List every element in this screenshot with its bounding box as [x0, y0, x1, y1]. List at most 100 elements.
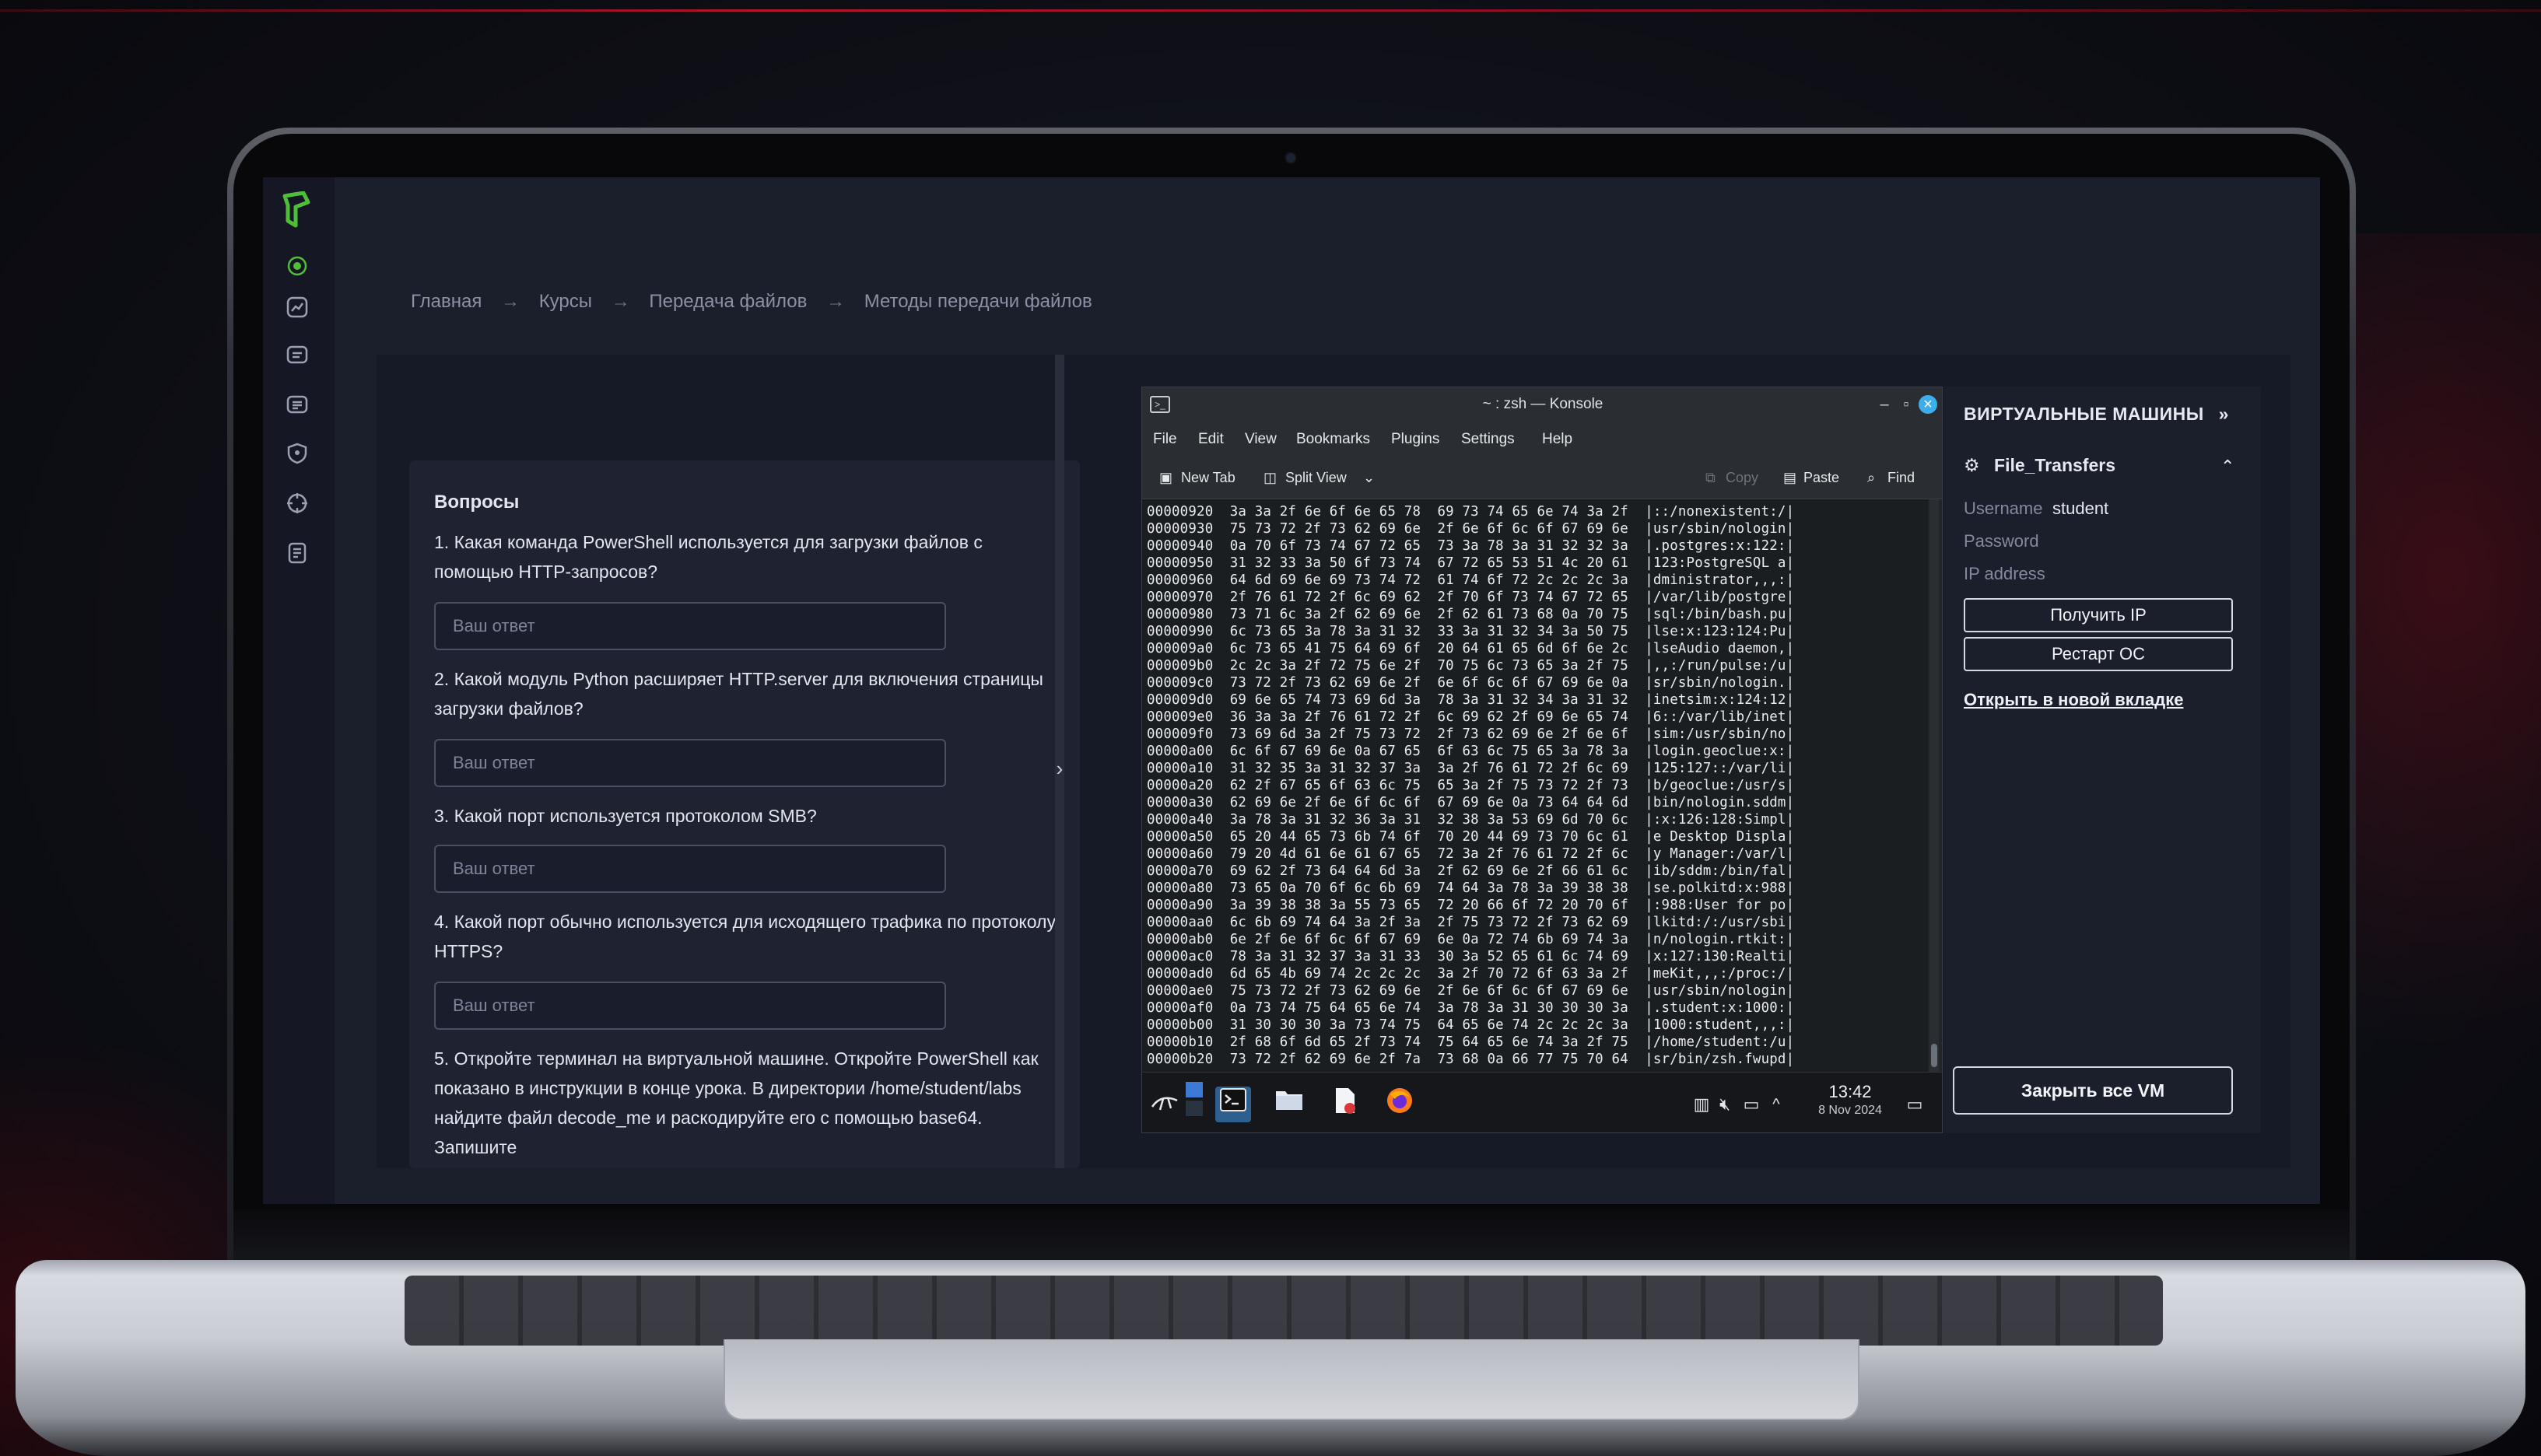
collapse-panel-icon[interactable]: » — [2219, 404, 2229, 424]
close-icon[interactable]: × — [1919, 395, 1937, 414]
crosshair-icon[interactable] — [283, 492, 311, 520]
kali-menu-icon[interactable] — [1147, 1087, 1183, 1122]
chevron-down-icon[interactable]: ⌄ — [1363, 470, 1375, 486]
shield-icon[interactable] — [283, 442, 311, 470]
target-icon[interactable] — [283, 255, 311, 283]
breadcrumb-current: Методы передачи файлов — [864, 291, 1092, 312]
chat-icon[interactable] — [283, 344, 311, 372]
hexdump-line: 00000a90 3a 39 38 38 3a 55 73 65 72 20 6… — [1147, 898, 1795, 913]
get-ip-button[interactable]: Получить IP — [1964, 598, 2233, 632]
hexdump-line: 00000b20 73 72 2f 62 69 6e 2f 7a 73 68 0… — [1147, 1052, 1795, 1067]
vm-panel-title-text: ВИРТУАЛЬНЫЕ МАШИНЫ — [1964, 404, 2204, 424]
text-editor-icon[interactable] — [1327, 1087, 1363, 1122]
chat-list-icon[interactable] — [283, 394, 311, 422]
minimize-icon[interactable]: – — [1875, 395, 1894, 414]
breadcrumb-courses[interactable]: Курсы — [539, 291, 592, 312]
question-1: 1. Какая команда PowerShell используется… — [434, 532, 983, 582]
tray-expand-icon[interactable]: ^ — [1758, 1087, 1794, 1122]
hexdump-line: 00000b10 2f 68 6f 6d 65 2f 73 74 75 64 6… — [1147, 1034, 1795, 1050]
hexdump-line: 00000930 75 73 72 2f 73 62 69 6e 2f 6e 6… — [1147, 521, 1795, 537]
hexdump-line: 00000a10 31 32 35 3a 31 32 37 3a 3a 2f 7… — [1147, 761, 1795, 776]
vm-machine-row[interactable]: ⚙ File_Transfers — [1964, 455, 2115, 476]
answer-input-4[interactable]: Ваш ответ — [434, 982, 946, 1030]
menu-bookmarks[interactable]: Bookmarks — [1296, 431, 1370, 448]
question-3: 3. Какой порт используется протоколом SM… — [434, 806, 817, 826]
restart-os-button[interactable]: Рестарт ОС — [1964, 637, 2233, 671]
menu-view[interactable]: View — [1245, 431, 1277, 448]
hexdump-line: 00000a70 69 62 2f 73 64 64 6d 3a 2f 62 6… — [1147, 863, 1795, 879]
chart-icon[interactable] — [283, 296, 311, 324]
answer-input-1[interactable]: Ваш ответ — [434, 602, 946, 650]
menu-plugins[interactable]: Plugins — [1391, 431, 1439, 448]
hexdump-line: 000009c0 73 72 2f 73 62 69 6e 2f 6e 6f 6… — [1147, 675, 1795, 691]
question-2: 2. Какой модуль Python расширяет HTTP.se… — [434, 669, 1043, 719]
open-new-tab-link[interactable]: Открыть в новой вкладке — [1964, 690, 2183, 710]
hexdump-line: 000009d0 69 6e 65 74 73 69 6d 3a 78 3a 3… — [1147, 692, 1795, 708]
hexdump-line: 00000af0 0a 73 74 75 64 65 6e 74 3a 78 3… — [1147, 1000, 1795, 1016]
laptop-chin — [233, 1210, 2350, 1265]
terminal-app-icon[interactable] — [1215, 1087, 1251, 1122]
maximize-icon[interactable]: ▫ — [1897, 395, 1915, 414]
find-button[interactable]: Find — [1887, 470, 1915, 486]
chevron-right-icon[interactable]: › — [1052, 753, 1067, 784]
konsole-titlebar[interactable]: >_ ~ : zsh — Konsole – ▫ × — [1142, 387, 1942, 422]
question-5: 5. Откройте терминал на виртуальной маши… — [434, 1048, 1039, 1157]
new-tab-button[interactable]: New Tab — [1181, 470, 1235, 486]
konsole-toolbar: ▣ New Tab ◫ Split View ⌄ ⧉ Copy ▤ Paste … — [1142, 456, 1942, 499]
laptop-trackpad — [724, 1339, 1859, 1420]
menu-edit[interactable]: Edit — [1198, 431, 1224, 448]
split-view-icon[interactable]: ◫ — [1263, 470, 1277, 486]
answer-input-2[interactable]: Ваш ответ — [434, 739, 946, 787]
terminal-icon: >_ — [1150, 396, 1170, 413]
hexdump-line: 00000980 73 71 6c 3a 2f 62 69 6e 2f 62 6… — [1147, 607, 1795, 622]
terminal-scrollbar[interactable] — [1929, 499, 1939, 1072]
hexdump-line: 00000ad0 6d 65 4b 69 74 2c 2c 2c 3a 2f 7… — [1147, 966, 1795, 982]
hexdump-line: 00000b00 31 30 30 30 3a 73 74 75 64 65 6… — [1147, 1017, 1795, 1033]
menu-file[interactable]: File — [1153, 431, 1177, 448]
konsole-window: >_ ~ : zsh — Konsole – ▫ × File Edit Vie… — [1141, 387, 1943, 1133]
split-view-button[interactable]: Split View — [1285, 470, 1347, 486]
show-desktop-icon[interactable]: ▭ — [1897, 1087, 1933, 1122]
breadcrumb-home[interactable]: Главная — [411, 291, 482, 312]
notes-icon[interactable] — [283, 541, 311, 569]
menu-help[interactable]: Help — [1542, 431, 1572, 448]
answer-input-3[interactable]: Ваш ответ — [434, 845, 946, 893]
close-all-vm-button[interactable]: Закрыть все VM — [1953, 1066, 2233, 1115]
hexdump-line: 00000ae0 75 73 72 2f 73 62 69 6e 2f 6e 6… — [1147, 983, 1795, 999]
chevron-up-icon[interactable]: ⌃ — [2220, 457, 2234, 477]
hexdump-line: 000009b0 2c 2c 3a 2f 72 75 6e 2f 70 75 6… — [1147, 658, 1795, 674]
copy-button[interactable]: Copy — [1726, 470, 1758, 486]
scrollbar-thumb[interactable] — [1931, 1044, 1937, 1067]
menu-settings[interactable]: Settings — [1461, 431, 1515, 448]
hexdump-line: 00000a50 65 20 44 65 73 6b 74 6f 70 20 4… — [1147, 829, 1795, 845]
hexdump-line: 00000ac0 78 3a 31 32 37 3a 31 33 30 3a 5… — [1147, 949, 1795, 964]
accent-line — [0, 9, 2541, 12]
files-app-icon[interactable] — [1271, 1087, 1307, 1122]
terminal-output[interactable]: 00000920 3a 3a 2f 6e 6f 6e 65 78 69 73 7… — [1142, 499, 1928, 1072]
laptop-keyboard — [405, 1276, 2163, 1346]
breadcrumb-separator: → — [611, 291, 630, 312]
find-icon: ⌕ — [1867, 470, 1876, 485]
hexdump-line: 000009e0 36 3a 3a 2f 76 61 72 2f 6c 69 6… — [1147, 709, 1795, 725]
password-label: Password — [1964, 531, 2039, 551]
hexdump-line: 00000960 64 6d 69 6e 69 73 74 72 61 74 6… — [1147, 572, 1795, 588]
firefox-icon[interactable] — [1382, 1087, 1418, 1122]
taskbar-clock[interactable]: 13:42 — [1811, 1082, 1889, 1102]
workspace-1-icon[interactable] — [1186, 1082, 1203, 1097]
kde-taskbar: ▥ 🔇︎ ▭ ^ 13:42 8 Nov 2024 ▭ — [1142, 1072, 1942, 1132]
workspace-2-icon[interactable] — [1186, 1101, 1203, 1116]
hexdump-line: 00000a20 62 2f 67 65 6f 63 6c 75 65 3a 2… — [1147, 778, 1795, 793]
breadcrumb-separator: → — [501, 291, 520, 312]
hexdump-line: 00000940 0a 70 6f 73 74 67 72 65 73 3a 7… — [1147, 538, 1795, 554]
paste-icon: ▤ — [1783, 470, 1797, 485]
ip-address-label: IP address — [1964, 564, 2045, 583]
breadcrumb-file-transfer[interactable]: Передача файлов — [649, 291, 807, 312]
vm-panel: ВИРТУАЛЬНЫЕ МАШИНЫ » ⚙ File_Transfers ⌃ … — [1943, 387, 2261, 1133]
hexdump-line: 00000a60 79 20 4d 61 6e 61 67 65 72 3a 2… — [1147, 846, 1795, 862]
new-tab-icon[interactable]: ▣ — [1159, 470, 1172, 486]
vm-panel-title: ВИРТУАЛЬНЫЕ МАШИНЫ » — [1964, 404, 2229, 425]
question-4: 4. Какой порт обычно используется для ис… — [434, 912, 1056, 961]
hexdump-line: 00000920 3a 3a 2f 6e 6f 6e 65 78 69 73 7… — [1147, 504, 1795, 520]
paste-button[interactable]: Paste — [1803, 470, 1839, 486]
hexdump-line: 00000a30 62 69 6e 2f 6e 6f 6c 6f 67 69 6… — [1147, 795, 1795, 810]
